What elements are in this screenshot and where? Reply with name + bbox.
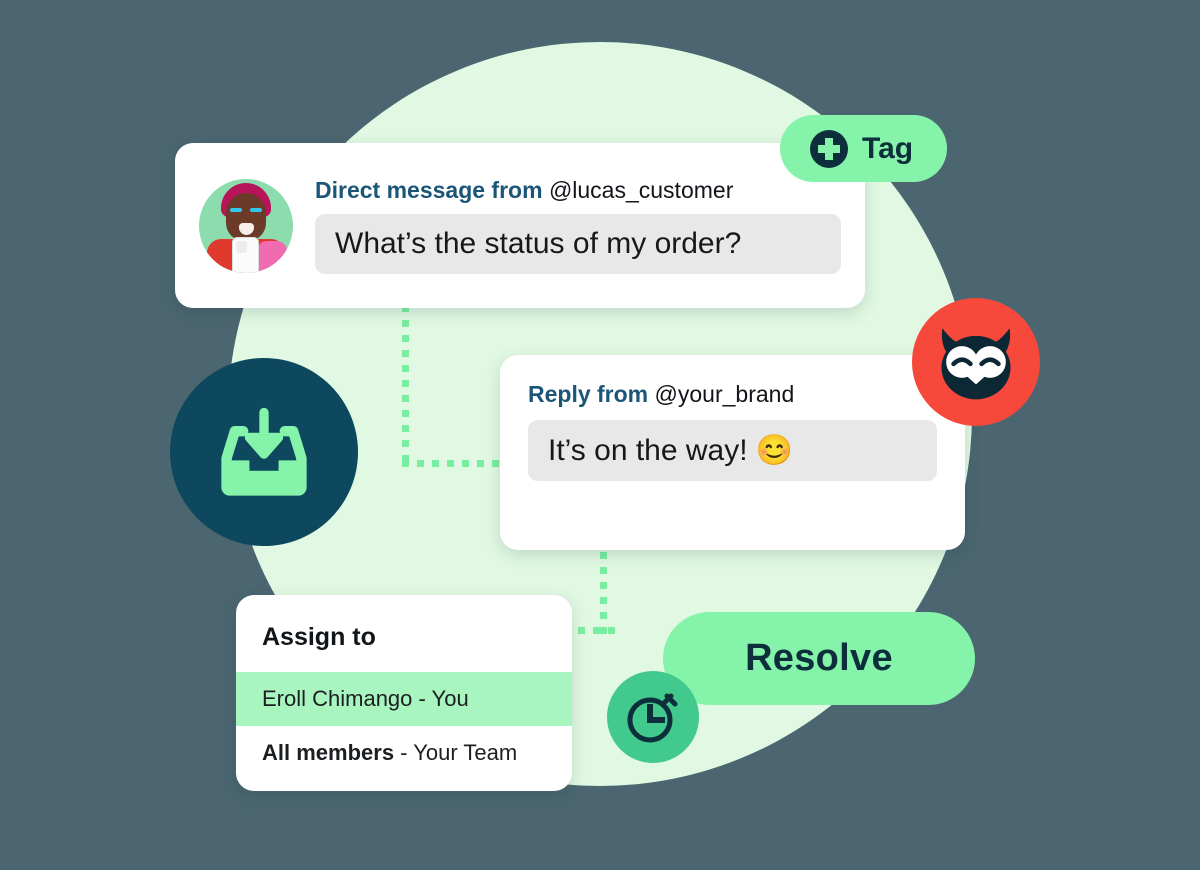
stopwatch-timer-icon — [627, 693, 678, 743]
plus-circle-icon — [810, 129, 848, 168]
avatar-body-accent — [257, 240, 287, 273]
reply-handle[interactable]: @your_brand — [655, 381, 795, 407]
assign-option-self[interactable]: Eroll Chimango - You — [236, 672, 572, 726]
reply-bubble-text: It’s on the way! — [548, 434, 748, 467]
direct-message-handle[interactable]: @lucas_customer — [549, 177, 733, 203]
assign-option-self-suffix: - You — [412, 686, 469, 711]
illustration-canvas: Direct message from @lucas_customer What… — [0, 0, 1200, 870]
smiling-face-emoji: 😊 — [755, 434, 794, 467]
avatar-eye-right — [250, 207, 262, 212]
timer-badge — [607, 671, 699, 763]
assign-option-all-name: All members — [262, 740, 395, 765]
connector-dm-to-reply-horizontal — [402, 460, 512, 467]
resolve-button[interactable]: Resolve — [663, 612, 975, 705]
tag-button[interactable]: Tag — [780, 115, 947, 182]
tag-button-label: Tag — [862, 131, 914, 165]
hootsuite-owl-icon — [941, 328, 1011, 400]
direct-message-content: Direct message from @lucas_customer What… — [315, 177, 841, 274]
avatar — [199, 178, 293, 273]
reply-header: Reply from @your_brand — [528, 381, 937, 408]
reply-header-label: Reply from — [528, 381, 649, 407]
assign-option-all[interactable]: All members - Your Team — [236, 726, 572, 780]
brand-badge — [912, 298, 1040, 426]
reply-card[interactable]: Reply from @your_brand It’s on the way! … — [500, 355, 965, 550]
connector-dm-to-reply-vertical — [402, 305, 409, 467]
avatar-mouth — [239, 222, 254, 235]
avatar-eye-left — [230, 207, 242, 212]
assign-option-all-suffix: - Your Team — [394, 740, 518, 765]
direct-message-card[interactable]: Direct message from @lucas_customer What… — [175, 143, 865, 308]
direct-message-header: Direct message from @lucas_customer — [315, 177, 841, 204]
direct-message-header-label: Direct message from — [315, 177, 543, 203]
inbox-download-icon — [221, 407, 307, 496]
reply-bubble: It’s on the way! 😊 — [528, 420, 937, 481]
inbox-badge — [170, 358, 358, 546]
connector-reply-to-assign-vertical — [600, 552, 607, 634]
direct-message-bubble: What’s the status of my order? — [315, 214, 841, 274]
assign-option-self-name: Eroll Chimango — [262, 686, 413, 711]
resolve-button-label: Resolve — [745, 637, 893, 679]
avatar-phone-camera — [236, 240, 247, 253]
assign-card[interactable]: Assign to Eroll Chimango - You All membe… — [236, 595, 572, 791]
assign-card-title: Assign to — [262, 623, 376, 651]
connector-reply-to-assign-horizontal — [578, 627, 618, 634]
